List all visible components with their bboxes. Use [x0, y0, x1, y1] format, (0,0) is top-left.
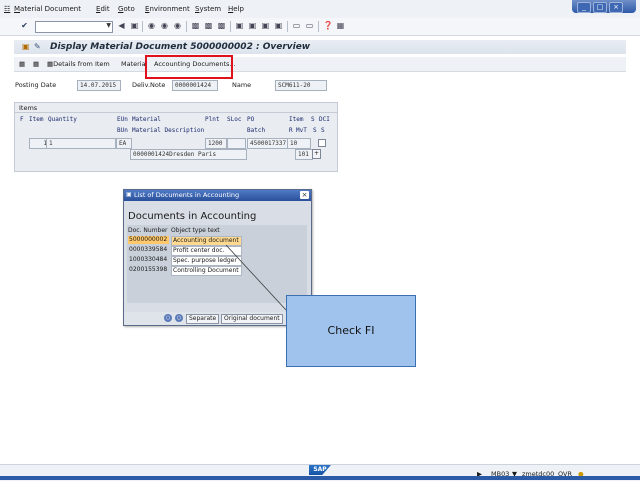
callout-text: Check FI	[327, 324, 375, 337]
callout-pointer	[225, 244, 287, 311]
taskbar-strip	[0, 476, 640, 480]
callout-pointer-line	[225, 244, 287, 311]
callout-box: Check FI	[286, 295, 416, 367]
